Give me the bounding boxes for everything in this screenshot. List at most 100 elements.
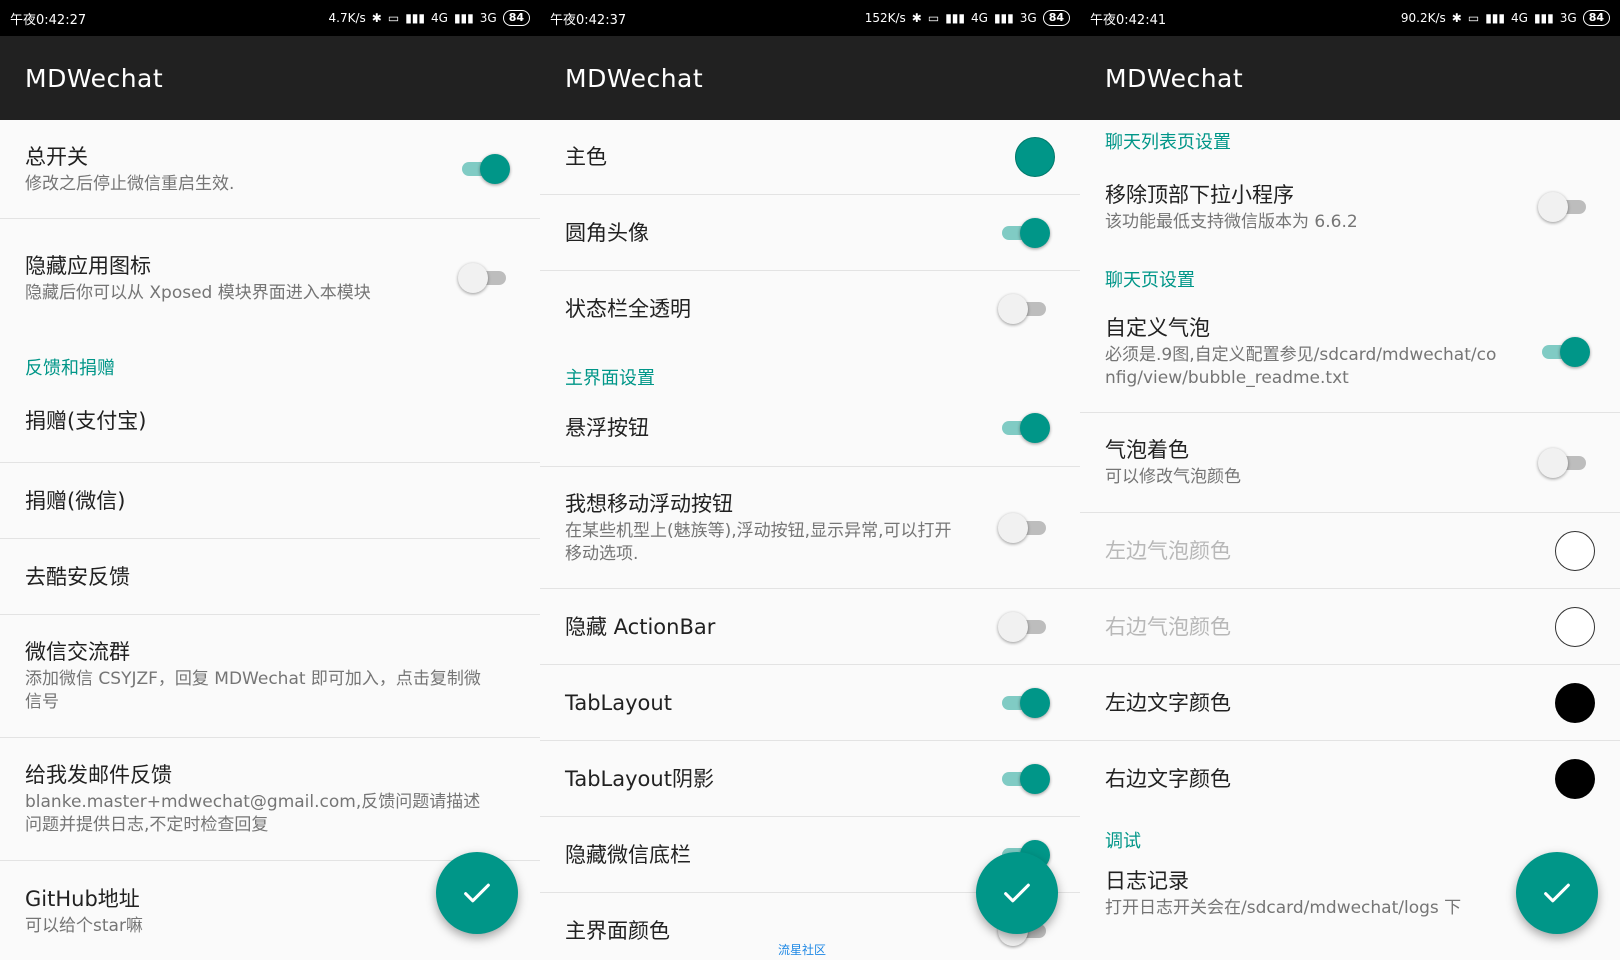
setting-tablayout-shadow[interactable]: TabLayout阴影 <box>540 741 1080 817</box>
setting-text: 圆角头像 <box>565 219 1055 247</box>
screens: 午夜0:42:27 4.7K/s ✱ ▭ ▮▮▮ 4G ▮▮▮ 3G 84 MD… <box>0 0 1620 960</box>
setting-text: 隐藏 ActionBar <box>565 613 1055 641</box>
setting-remove-miniprogram[interactable]: 移除顶部下拉小程序 该功能最低支持微信版本为 6.6.2 <box>1080 154 1620 260</box>
hide-actionbar-toggle[interactable] <box>998 611 1050 642</box>
setting-text: 总开关 修改之后停止微信重启生效. <box>25 143 515 196</box>
left-bubble-color-swatch[interactable] <box>1555 530 1595 571</box>
setting-title: 我想移动浮动按钮 <box>565 491 733 516</box>
bubble-tint-toggle[interactable] <box>1538 447 1590 478</box>
setting-wechat-group[interactable]: 微信交流群 添加微信 CSYJZF，回复 MDWechat 即可加入，点击复制微… <box>0 615 540 738</box>
setting-custom-bubble[interactable]: 自定义气泡 必须是.9图,自定义配置参见/sdcard/mdwechat/con… <box>1080 292 1620 413</box>
setting-email[interactable]: 给我发邮件反馈 blanke.master+mdwechat@gmail.com… <box>0 738 540 861</box>
setting-title: 给我发邮件反馈 <box>25 763 172 787</box>
setting-move-float[interactable]: 我想移动浮动按钮 在某些机型上(魅族等),浮动按钮,显示异常,可以打开移动选项. <box>540 467 1080 589</box>
settings-list: 聊天列表页设置 移除顶部下拉小程序 该功能最低支持微信版本为 6.6.2 聊天页… <box>1080 120 1620 943</box>
signal-icon: ▮▮▮ <box>1485 11 1505 25</box>
setting-round-avatar[interactable]: 圆角头像 <box>540 195 1080 271</box>
setting-text: 微信交流群 添加微信 CSYJZF，回复 MDWechat 即可加入，点击复制微… <box>25 638 515 714</box>
switch-thumb <box>1020 413 1050 443</box>
save-fab-button[interactable] <box>436 852 518 934</box>
setting-text: 右边气泡颜色 <box>1105 613 1595 641</box>
setting-left-text-color[interactable]: 左边文字颜色 <box>1080 665 1620 741</box>
right-text-color-swatch[interactable] <box>1555 759 1595 799</box>
setting-text: 左边气泡颜色 <box>1105 537 1595 565</box>
setting-coolapk[interactable]: 去酷安反馈 <box>0 539 540 615</box>
setting-summary: 添加微信 CSYJZF，回复 MDWechat 即可加入，点击复制微信号 <box>25 669 481 712</box>
setting-summary: 在某些机型上(魅族等),浮动按钮,显示异常,可以打开移动选项. <box>565 520 952 564</box>
custom-bubble-toggle[interactable] <box>1538 337 1590 367</box>
setting-summary: 该功能最低支持微信版本为 6.6.2 <box>1105 211 1358 232</box>
tablayout-toggle[interactable] <box>998 687 1050 718</box>
tablayout-shadow-toggle[interactable] <box>998 763 1050 794</box>
setting-title: 气泡着色 <box>1105 438 1189 462</box>
setting-text: 气泡着色 可以修改气泡颜色 <box>1105 436 1595 489</box>
network-type-2: 3G <box>1559 11 1577 25</box>
remove-miniprogram-toggle[interactable] <box>1538 192 1590 222</box>
switch-thumb <box>998 611 1028 642</box>
status-transparent-toggle[interactable] <box>998 294 1050 324</box>
app-title: MDWechat <box>565 63 704 93</box>
setting-donate-wechat[interactable]: 捐赠(微信) <box>0 463 540 539</box>
setting-tablayout[interactable]: TabLayout <box>540 665 1080 741</box>
setting-text: 隐藏应用图标 隐藏后你可以从 Xposed 模块界面进入本模块 <box>25 252 515 305</box>
setting-title: 主色 <box>565 145 607 169</box>
status-icons: 152K/s ✱ ▭ ▮▮▮ 4G ▮▮▮ 3G 84 <box>865 10 1070 26</box>
network-speed: 90.2K/s <box>1400 11 1446 25</box>
switch-thumb <box>998 294 1028 324</box>
move-float-toggle[interactable] <box>998 512 1050 543</box>
section-header-feedback: 反馈和捐赠 <box>25 358 115 379</box>
app-bar: MDWechat <box>540 36 1080 120</box>
setting-text: 状态栏全透明 <box>565 295 1055 323</box>
setting-right-bubble-color[interactable]: 右边气泡颜色 <box>1080 589 1620 665</box>
app-title: MDWechat <box>25 63 164 93</box>
setting-master-switch[interactable]: 总开关 修改之后停止微信重启生效. <box>0 120 540 219</box>
screen-2: 午夜0:42:37 152K/s ✱ ▭ ▮▮▮ 4G ▮▮▮ 3G 84 MD… <box>540 0 1080 960</box>
setting-status-transparent[interactable]: 状态栏全透明 <box>540 271 1080 347</box>
float-button-toggle[interactable] <box>998 413 1050 443</box>
section-header-chatlist: 聊天列表页设置 <box>1105 132 1231 153</box>
setting-title: TabLayout阴影 <box>565 766 714 791</box>
switch-thumb <box>1538 447 1568 478</box>
primary-color-swatch[interactable] <box>1015 137 1055 177</box>
switch-thumb <box>1020 217 1050 248</box>
watermark: 流星社区 <box>778 943 827 957</box>
setting-right-text-color[interactable]: 右边文字颜色 <box>1080 741 1620 817</box>
status-time: 午夜0:42:37 <box>550 12 627 28</box>
setting-primary-color[interactable]: 主色 <box>540 120 1080 195</box>
setting-title: 总开关 <box>25 144 88 169</box>
setting-title: 悬浮按钮 <box>565 416 649 440</box>
setting-title: 状态栏全透明 <box>565 297 691 321</box>
network-type: 4G <box>1511 11 1528 25</box>
setting-float-button[interactable]: 悬浮按钮 <box>540 390 1080 467</box>
switch-thumb <box>1020 763 1050 794</box>
save-fab-button[interactable] <box>1516 852 1598 934</box>
setting-summary: 打开日志开关会在/sdcard/mdwechat/logs 下 <box>1105 898 1462 918</box>
left-text-color-swatch[interactable] <box>1555 682 1595 723</box>
round-avatar-toggle[interactable] <box>998 217 1050 248</box>
setting-title: 日志记录 <box>1105 869 1189 893</box>
setting-summary: 可以修改气泡颜色 <box>1105 467 1241 487</box>
setting-text: TabLayout <box>565 689 1055 717</box>
right-bubble-color-swatch[interactable] <box>1555 606 1595 647</box>
setting-text: 去酷安反馈 <box>25 563 515 591</box>
settings-list: 总开关 修改之后停止微信重启生效. 隐藏应用图标 隐藏后你可以从 Xposed … <box>0 120 540 960</box>
setting-bubble-tint[interactable]: 气泡着色 可以修改气泡颜色 <box>1080 413 1620 513</box>
section-header-chat: 聊天页设置 <box>1105 270 1195 291</box>
save-fab-button[interactable] <box>976 852 1058 934</box>
setting-hide-actionbar[interactable]: 隐藏 ActionBar <box>540 589 1080 665</box>
check-icon <box>464 883 490 903</box>
bluetooth-icon: ✱ <box>1451 11 1462 25</box>
signal-2-icon: ▮▮▮ <box>453 11 474 25</box>
app-bar: MDWechat <box>0 36 540 120</box>
master-switch-toggle[interactable] <box>458 154 510 184</box>
vibrate-icon: ▭ <box>387 11 400 25</box>
app-title: MDWechat <box>1105 63 1244 93</box>
hide-icon-toggle[interactable] <box>458 263 510 293</box>
setting-hide-icon[interactable]: 隐藏应用图标 隐藏后你可以从 Xposed 模块界面进入本模块 <box>0 219 540 337</box>
check-icon <box>1544 883 1570 903</box>
status-time: 午夜0:42:41 <box>1090 12 1167 28</box>
switch-thumb <box>458 263 488 293</box>
setting-left-bubble-color[interactable]: 左边气泡颜色 <box>1080 513 1620 589</box>
screen-3: 午夜0:42:41 90.2K/s ✱ ▭ ▮▮▮ 4G ▮▮▮ 3G 84 M… <box>1080 0 1620 960</box>
setting-donate-alipay[interactable]: 捐赠(支付宝) <box>0 380 540 463</box>
